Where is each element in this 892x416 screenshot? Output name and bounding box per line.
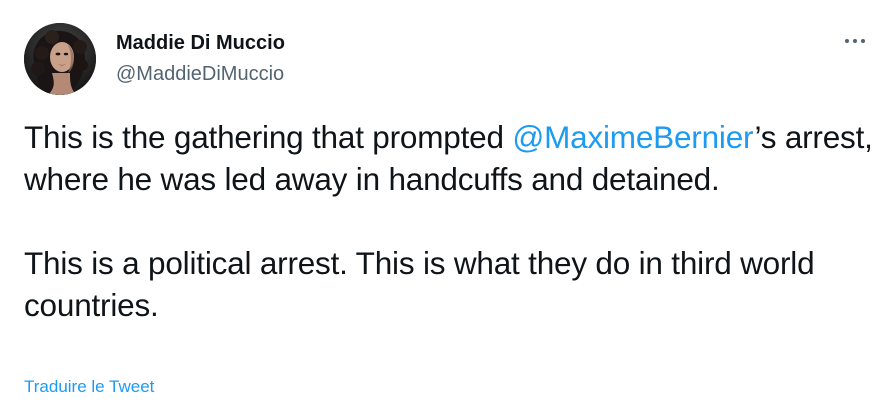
profile-photo-avatar-icon	[24, 23, 96, 95]
author-name[interactable]: Maddie Di Muccio	[116, 31, 285, 55]
tweet-card: Maddie Di Muccio @MaddieDiMuccio This is…	[0, 0, 892, 416]
avatar[interactable]	[24, 23, 96, 95]
more-horizontal-icon	[845, 39, 849, 43]
tweet-text: This is the gathering that prompted @Max…	[24, 116, 874, 326]
more-horizontal-icon-dot	[853, 39, 857, 43]
tweet-paragraph-1: This is the gathering that prompted @Max…	[24, 116, 874, 200]
more-options-button[interactable]	[838, 28, 872, 54]
more-horizontal-icon-dot	[861, 39, 865, 43]
mention-link[interactable]: @MaximeBernier	[512, 119, 754, 155]
tweet-paragraph-2: This is a political arrest. This is what…	[24, 245, 815, 323]
translate-tweet-link[interactable]: Traduire le Tweet	[24, 376, 154, 398]
author-handle[interactable]: @MaddieDiMuccio	[116, 62, 284, 86]
tweet-text-segment: This is the gathering that prompted	[24, 119, 513, 155]
